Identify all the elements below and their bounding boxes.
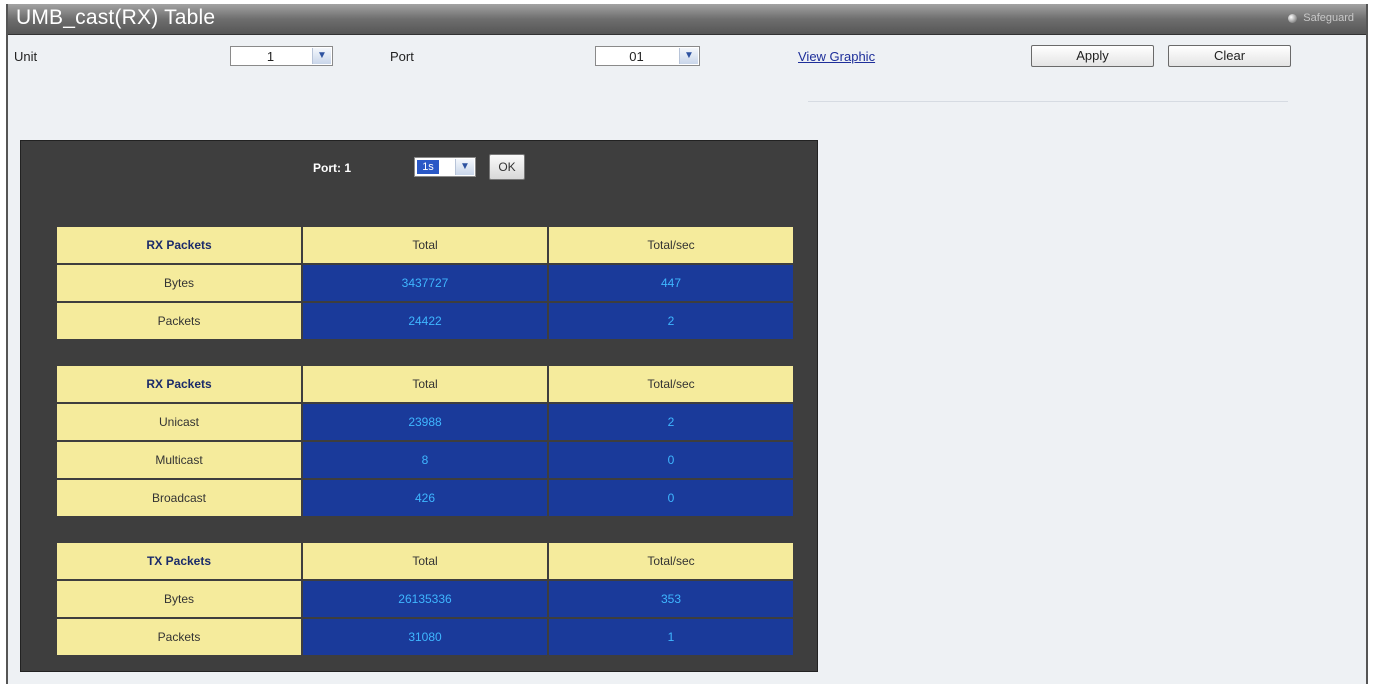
panel-port-label: Port: 1 (313, 161, 352, 175)
chevron-down-icon[interactable]: ▼ (679, 48, 698, 64)
window-frame: UMB_cast(RX) Table Safeguard Unit 1 ▼ Po… (6, 4, 1368, 684)
table-header-row: TX Packets Total Total/sec (55, 541, 795, 581)
total-value: 24422 (301, 301, 549, 341)
title-bar: UMB_cast(RX) Table Safeguard (8, 4, 1366, 35)
row-label: Multicast (55, 440, 303, 480)
row-label: Unicast (55, 402, 303, 442)
column-header: RX Packets (55, 364, 303, 404)
port-select-value: 01 (629, 49, 644, 64)
table-row: Bytes 3437727 447 (55, 263, 795, 303)
safeguard-icon (1288, 13, 1298, 23)
clear-button[interactable]: Clear (1168, 45, 1291, 67)
table-row: Bytes 26135336 353 (55, 579, 795, 619)
refresh-interval-select[interactable]: 1s ▼ (414, 157, 476, 177)
table-row: Broadcast 426 0 (55, 478, 795, 518)
rate-value: 447 (547, 263, 795, 303)
table-row: Packets 31080 1 (55, 617, 795, 657)
row-label: Bytes (55, 579, 303, 619)
total-value: 8 (301, 440, 549, 480)
rate-value: 2 (547, 301, 795, 341)
row-label: Packets (55, 617, 303, 657)
total-value: 23988 (301, 402, 549, 442)
rate-value: 0 (547, 478, 795, 518)
refresh-interval-value: 1s (417, 160, 439, 174)
column-header: Total/sec (547, 225, 795, 265)
rate-value: 1 (547, 617, 795, 657)
table-header-row: RX Packets Total Total/sec (55, 364, 795, 404)
chevron-down-icon[interactable]: ▼ (312, 48, 331, 64)
view-graphic-link[interactable]: View Graphic (798, 49, 875, 64)
column-header: Total (301, 364, 549, 404)
unit-select[interactable]: 1 ▼ (230, 46, 333, 66)
row-label: Bytes (55, 263, 303, 303)
column-header: Total (301, 541, 549, 581)
tx-table: TX Packets Total Total/sec Bytes 2613533… (55, 541, 795, 657)
column-header: RX Packets (55, 225, 303, 265)
rx-cast-table: RX Packets Total Total/sec Unicast 23988… (55, 364, 795, 518)
column-header: Total/sec (547, 541, 795, 581)
column-header: TX Packets (55, 541, 303, 581)
total-value: 31080 (301, 617, 549, 657)
total-value: 26135336 (301, 579, 549, 619)
port-select[interactable]: 01 ▼ (595, 46, 700, 66)
port-label: Port (390, 49, 414, 64)
rate-value: 2 (547, 402, 795, 442)
row-label: Broadcast (55, 478, 303, 518)
rx-bytes-table: RX Packets Total Total/sec Bytes 3437727… (55, 225, 795, 341)
ok-button[interactable]: OK (489, 154, 525, 180)
rate-value: 353 (547, 579, 795, 619)
divider (808, 101, 1288, 102)
table-header-row: RX Packets Total Total/sec (55, 225, 795, 265)
filter-toolbar: Unit 1 ▼ Port 01 ▼ View Graphic Apply Cl… (8, 34, 1366, 104)
table-row: Unicast 23988 2 (55, 402, 795, 442)
table-row: Multicast 8 0 (55, 440, 795, 480)
column-header: Total/sec (547, 364, 795, 404)
total-value: 3437727 (301, 263, 549, 303)
unit-select-value: 1 (266, 49, 275, 64)
safeguard-label: Safeguard (1303, 12, 1354, 24)
port-stats-panel: Port: 1 1s ▼ OK RX Packets Total Total/s… (20, 140, 818, 672)
safeguard-indicator[interactable]: Safeguard (1288, 12, 1354, 24)
total-value: 426 (301, 478, 549, 518)
chevron-down-icon[interactable]: ▼ (455, 159, 474, 175)
apply-button[interactable]: Apply (1031, 45, 1154, 67)
column-header: Total (301, 225, 549, 265)
rate-value: 0 (547, 440, 795, 480)
row-label: Packets (55, 301, 303, 341)
table-row: Packets 24422 2 (55, 301, 795, 341)
page-title: UMB_cast(RX) Table (16, 6, 216, 29)
unit-label: Unit (14, 49, 38, 64)
